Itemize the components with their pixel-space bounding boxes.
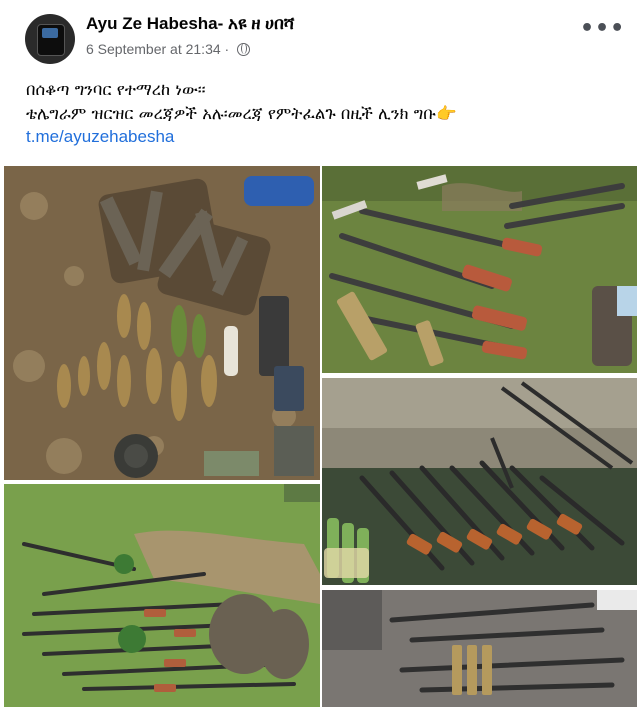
post-text: በሰቆጣ ግንባር የተማረከ ነው፡፡ ቴሌግራም ዝርዝር መረጃዎች አሉ… <box>26 78 626 126</box>
photo-heavy-machine-guns[interactable] <box>322 590 637 707</box>
post-header: Ayu Ze Habesha- አዩ ዘ ሀበሻ 6 September at … <box>0 0 640 70</box>
post-text-line: በሰቆጣ ግንባር የተማረከ ነው፡፡ <box>26 80 206 99</box>
author-avatar[interactable] <box>25 14 75 64</box>
photo-weapons-on-grass[interactable] <box>4 484 320 707</box>
facebook-post-card: Ayu Ze Habesha- አዩ ዘ ሀበሻ 6 September at … <box>0 0 640 707</box>
post-meta: 6 September at 21:34 · <box>86 41 251 57</box>
globe-icon <box>237 43 251 56</box>
photo-captured-machine-guns[interactable] <box>322 166 637 373</box>
weapons-grass-illustration <box>4 484 320 707</box>
more-options-icon[interactable]: ••• <box>580 18 624 50</box>
rifles-illustration <box>322 378 637 585</box>
post-text-line: ቴሌግራም ዝርዝር መረጃዎች አሉ፡መረጃ የምትፈልጉ በዚች ሊንክ ግ… <box>26 104 457 123</box>
avatar-screen <box>42 28 58 38</box>
author-name[interactable]: Ayu Ze Habesha- አዩ ዘ ሀበሻ <box>86 14 294 34</box>
heavy-guns-illustration <box>322 590 637 707</box>
photo-captured-ammunition[interactable] <box>4 166 320 480</box>
ammunition-illustration <box>4 166 320 480</box>
post-timestamp[interactable]: 6 September at 21:34 <box>86 41 221 57</box>
telegram-link[interactable]: t.me/ayuzehabesha <box>26 127 174 147</box>
photo-captured-rifles[interactable] <box>322 378 637 585</box>
machine-guns-illustration <box>322 166 637 373</box>
